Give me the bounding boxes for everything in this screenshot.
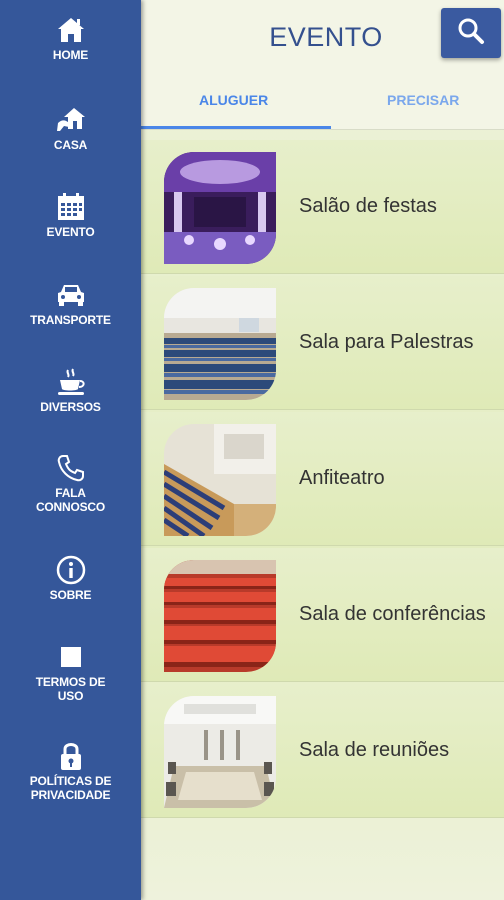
sidebar-item-label: DIVERSOS bbox=[40, 400, 101, 414]
sidebar-item-label: TERMOS DE USO bbox=[35, 675, 106, 703]
venue-name: Anfiteatro bbox=[299, 467, 385, 489]
search-button[interactable] bbox=[441, 8, 501, 58]
sidebar-item-label: TRANSPORTE bbox=[30, 313, 111, 327]
venue-name: Sala para Palestras bbox=[299, 331, 474, 353]
sidebar-item-sobre[interactable]: SOBRE bbox=[0, 554, 141, 602]
sidebar-item-evento[interactable]: EVENTO bbox=[0, 191, 141, 239]
sidebar-item-politicas[interactable]: POLÍTICAS DE PRIVACIDADE bbox=[0, 740, 141, 802]
sidebar-item-diversos[interactable]: DIVERSOS bbox=[0, 366, 141, 414]
calendar-icon bbox=[55, 191, 87, 223]
sidebar-item-home[interactable]: HOME bbox=[0, 14, 141, 62]
sidebar-item-fala-connosco[interactable]: FALA CONNOSCO bbox=[0, 452, 141, 514]
list-item[interactable]: Sala de conferências bbox=[141, 548, 504, 682]
phone-icon bbox=[55, 452, 87, 484]
sidebar-item-label: EVENTO bbox=[46, 225, 95, 239]
sidebar-item-label: SOBRE bbox=[49, 588, 92, 602]
home-icon bbox=[55, 14, 87, 46]
venue-thumbnail bbox=[164, 696, 276, 808]
list-item[interactable]: Salão de festas bbox=[141, 140, 504, 274]
square-icon bbox=[55, 641, 87, 673]
lock-icon bbox=[55, 740, 87, 772]
venue-list: Salão de festas Sala para Palestras Anfi… bbox=[141, 140, 504, 820]
house-hand-icon bbox=[55, 104, 87, 136]
main-content: EVENTO ALUGUER PRECISAR Salão de festas … bbox=[141, 0, 504, 900]
coffee-cup-icon bbox=[55, 366, 87, 398]
sidebar-item-label: FALA CONNOSCO bbox=[35, 486, 106, 514]
venue-thumbnail bbox=[164, 288, 276, 400]
search-icon bbox=[457, 17, 485, 50]
venue-name: Salão de festas bbox=[299, 195, 437, 217]
venue-thumbnail bbox=[164, 152, 276, 264]
sidebar-item-transporte[interactable]: TRANSPORTE bbox=[0, 279, 141, 327]
sidebar-item-casa[interactable]: CASA bbox=[0, 104, 141, 152]
car-icon bbox=[55, 279, 87, 311]
divider bbox=[141, 129, 504, 130]
list-item[interactable]: Sala de reuniões bbox=[141, 684, 504, 818]
sidebar-item-label: CASA bbox=[53, 138, 88, 152]
sidebar-item-label: POLÍTICAS DE PRIVACIDADE bbox=[29, 774, 112, 802]
tab-precisar[interactable]: PRECISAR bbox=[387, 92, 459, 108]
venue-name: Sala de reuniões bbox=[299, 739, 450, 761]
venue-name: Sala de conferências bbox=[299, 603, 486, 625]
list-item[interactable]: Sala para Palestras bbox=[141, 276, 504, 410]
sidebar-item-termos-de-uso[interactable]: TERMOS DE USO bbox=[0, 641, 141, 703]
sidebar: HOME CASA EVENTO TRANSPORTE DIVERSOS FAL… bbox=[0, 0, 141, 900]
list-item[interactable]: Anfiteatro bbox=[141, 412, 504, 546]
venue-thumbnail bbox=[164, 560, 276, 672]
sidebar-item-label: HOME bbox=[52, 48, 89, 62]
top-bar: EVENTO ALUGUER PRECISAR bbox=[141, 0, 504, 130]
tab-aluguer[interactable]: ALUGUER bbox=[199, 92, 268, 108]
info-icon bbox=[55, 554, 87, 586]
venue-thumbnail bbox=[164, 424, 276, 536]
